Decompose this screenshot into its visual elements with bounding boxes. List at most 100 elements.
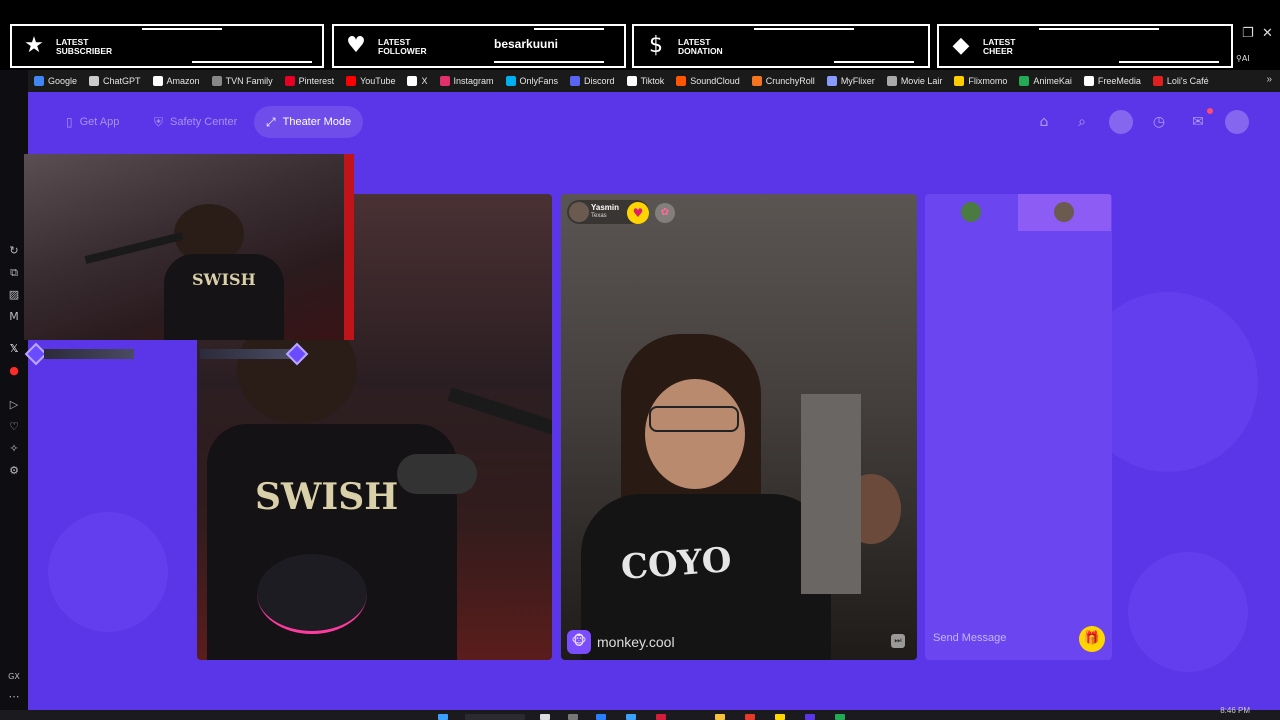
start-icon[interactable] — [438, 714, 448, 720]
latest-follower-name: besarkuuni — [494, 37, 559, 51]
gift-button[interactable]: 🎁 — [1079, 626, 1105, 652]
shirt-print: COYO — [619, 540, 733, 588]
bookmark-movie-lair[interactable]: Movie Lair — [886, 76, 942, 86]
bookmark-flixmomo[interactable]: Flixmomo — [954, 76, 1007, 86]
star-icon: ★ — [24, 33, 44, 58]
bookmarks-overflow-icon[interactable]: » — [1266, 74, 1272, 85]
shield-icon: ⛨ — [154, 114, 164, 129]
bookmarks-bar: Google ChatGPT Amazon TVN Family Pinterest Yo… — [28, 70, 1280, 92]
skip-icon[interactable]: ⏭ — [891, 634, 905, 648]
extension-icon[interactable]: ⧉ — [7, 266, 21, 280]
bookmark-favicon-icon — [626, 76, 637, 86]
dollar-icon: $ — [649, 33, 663, 58]
bookmark-label: Pinterest — [298, 76, 335, 86]
bookmark-label: X — [421, 76, 428, 86]
gx-label[interactable]: GX — [7, 670, 21, 684]
theater-mode-button[interactable]: ⤢ Theater Mode — [254, 106, 364, 138]
play-icon[interactable]: ▷ — [7, 398, 21, 412]
more-icon[interactable]: ⋯ — [7, 690, 21, 704]
restore-window-icon[interactable]: ❐ — [1242, 26, 1254, 41]
youtube-icon[interactable]: ● — [7, 364, 21, 378]
tab-remote-user[interactable] — [1018, 194, 1111, 231]
overlay-decoration — [200, 349, 290, 359]
settings-icon[interactable]: ⚙ — [7, 464, 21, 478]
app-icon[interactable] — [656, 714, 666, 720]
bookmark-tvn-family[interactable]: TVN Family — [211, 76, 273, 86]
bookmark-tiktok[interactable]: Tiktok — [626, 76, 665, 86]
theater-mode-label: Theater Mode — [282, 116, 352, 128]
ai-label[interactable]: ⚲AI — [1236, 54, 1250, 63]
send-message-input[interactable] — [933, 628, 1073, 648]
watermark-text: monkey.cool — [597, 634, 675, 650]
bookmark-loli-s-caf-[interactable]: Loli's Café — [1152, 76, 1209, 86]
bookmark-crunchyroll[interactable]: CrunchyRoll — [751, 76, 815, 86]
alert-label: FOLLOWER — [378, 46, 427, 56]
bookmark-discord[interactable]: Discord — [570, 76, 615, 86]
messages-icon[interactable]: ✉ — [1186, 110, 1210, 134]
app-icon[interactable] — [775, 714, 785, 720]
bookmark-favicon-icon — [570, 76, 581, 86]
bookmark-favicon-icon — [211, 76, 222, 86]
app-icon[interactable] — [626, 714, 636, 720]
bookmark-label: AnimeKai — [1033, 76, 1072, 86]
mail-icon[interactable]: M — [7, 310, 21, 324]
like-button[interactable]: ♥ — [627, 202, 649, 224]
mouse — [257, 554, 367, 634]
bookmark-favicon-icon — [1019, 76, 1030, 86]
door — [801, 394, 861, 594]
alert-label: CHEER — [983, 46, 1013, 56]
close-window-icon[interactable]: ✕ — [1262, 26, 1273, 41]
bookmark-freemedia[interactable]: FreeMedia — [1083, 76, 1141, 86]
get-app-button[interactable]: ▯ Get App — [54, 106, 131, 138]
app-icon[interactable] — [745, 714, 755, 720]
history-icon[interactable]: ↻ — [7, 244, 21, 258]
bookmark-label: FreeMedia — [1097, 76, 1141, 86]
app-icon[interactable] — [715, 714, 725, 720]
bookmark-instagram[interactable]: Instagram — [439, 76, 494, 86]
microphone — [397, 454, 477, 494]
profile-badge-icon[interactable] — [1109, 110, 1133, 134]
bookmark-label: Tiktok — [640, 76, 665, 86]
bookmark-myflixer[interactable]: MyFlixer — [826, 76, 875, 86]
bookmark-favicon-icon — [1083, 76, 1094, 86]
bookmark-x[interactable]: X — [407, 76, 428, 86]
bookmark-onlyfans[interactable]: OnlyFans — [505, 76, 558, 86]
badge-icon[interactable]: ✿ — [655, 203, 675, 223]
expand-icon: ⤢ — [266, 114, 276, 129]
puzzle-icon[interactable]: ✧ — [7, 442, 21, 456]
safety-center-button[interactable]: ⛨ Safety Center — [142, 106, 249, 138]
bookmark-chatgpt[interactable]: ChatGPT — [89, 76, 141, 86]
app-icon[interactable] — [805, 714, 815, 720]
tab-local-user[interactable] — [925, 194, 1018, 231]
app-icon[interactable] — [540, 714, 550, 720]
app-icon[interactable] — [596, 714, 606, 720]
bookmark-favicon-icon — [826, 76, 837, 86]
bookmark-amazon[interactable]: Amazon — [152, 76, 200, 86]
bookmark-label: Amazon — [166, 76, 200, 86]
avatar — [1054, 202, 1074, 222]
bookmark-pinterest[interactable]: Pinterest — [284, 76, 335, 86]
store-icon[interactable]: ⌂ — [1032, 110, 1056, 134]
bookmark-animekai[interactable]: AnimeKai — [1019, 76, 1072, 86]
diamond-icon: ◆ — [952, 33, 970, 58]
bookmark-soundcloud[interactable]: SoundCloud — [676, 76, 740, 86]
bookmark-google[interactable]: Google — [34, 76, 77, 86]
heart-outline-icon[interactable]: ♡ — [7, 420, 21, 434]
gallery-icon[interactable]: ▨ — [7, 288, 21, 302]
search-icon[interactable] — [465, 714, 525, 720]
search-icon[interactable]: ⌕ — [1070, 110, 1094, 134]
remote-user-location: Texas — [591, 213, 607, 219]
bookmark-youtube[interactable]: YouTube — [346, 76, 395, 86]
bookmark-label: YouTube — [360, 76, 396, 86]
history-icon[interactable]: ◷ — [1147, 110, 1171, 134]
watermark: 🐵 monkey.cool — [567, 630, 675, 654]
heart-icon: ♥ — [346, 33, 366, 58]
app-icon[interactable] — [568, 714, 578, 720]
x-icon[interactable]: 𝕏 — [7, 342, 21, 356]
bookmark-favicon-icon — [886, 76, 897, 86]
remote-video: COYO Yasmin Texas ♥ ✿ 🐵 monkey.cool ⏭ — [561, 194, 917, 660]
webcam-overlay: SWISH — [24, 154, 354, 340]
app-icon[interactable] — [835, 714, 845, 720]
bookmark-favicon-icon — [89, 76, 100, 86]
avatar[interactable] — [1225, 110, 1249, 134]
